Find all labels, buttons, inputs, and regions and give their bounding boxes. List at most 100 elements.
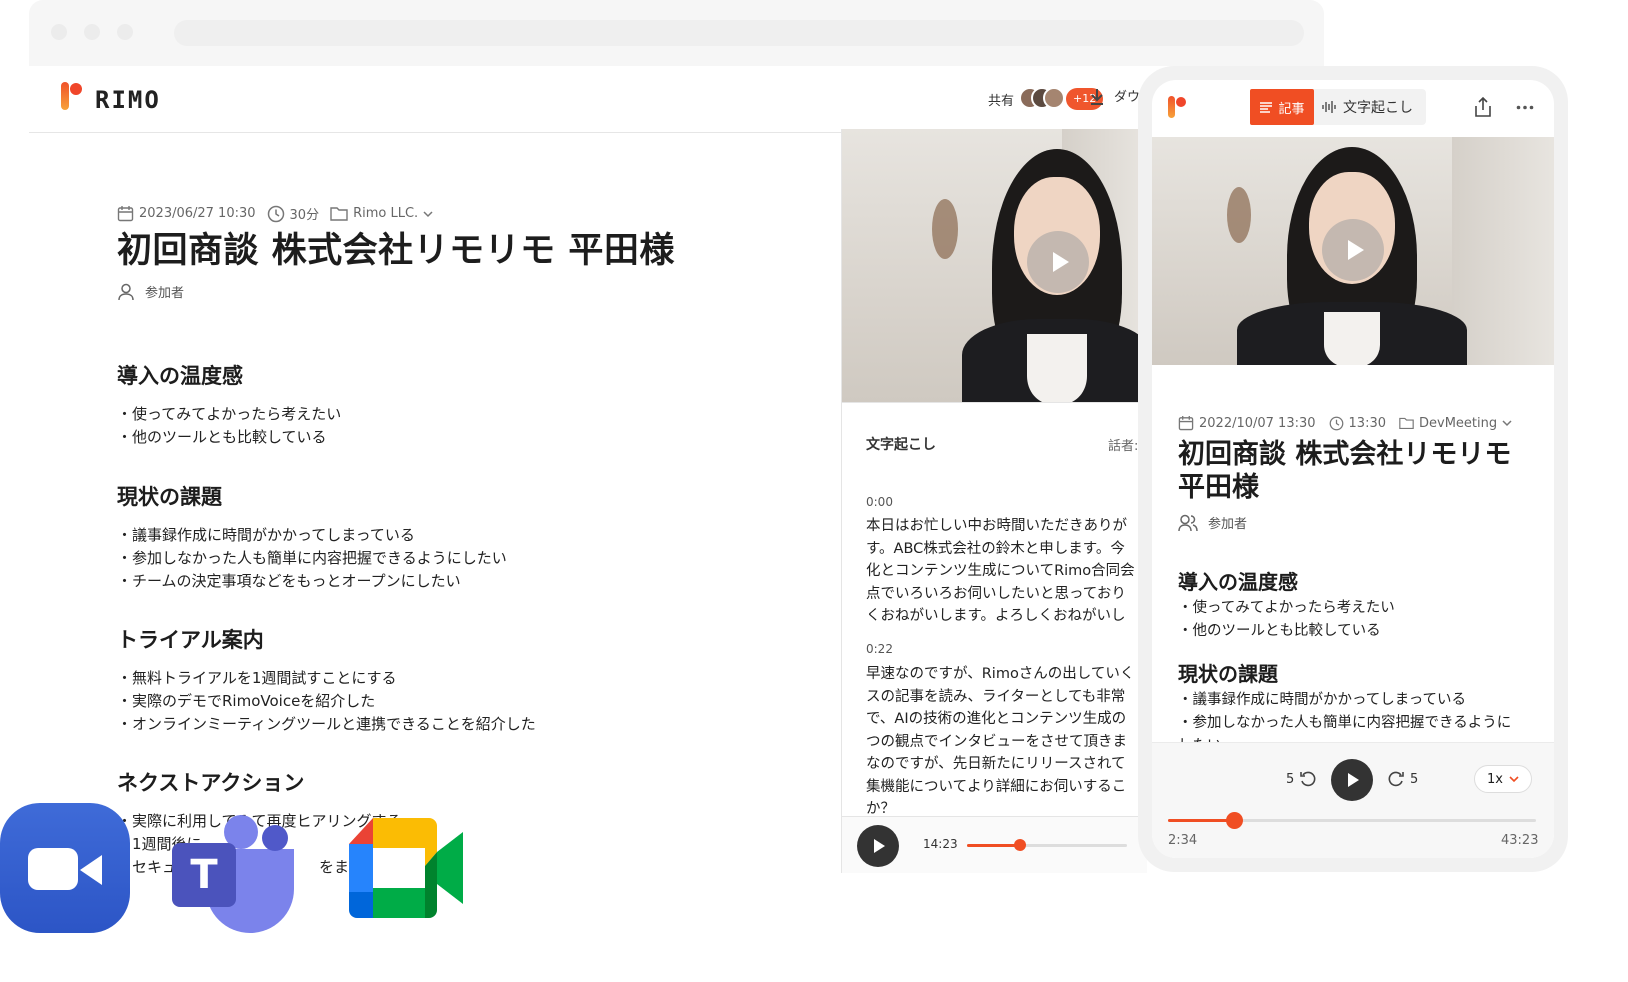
avatar[interactable] xyxy=(1043,87,1065,109)
folder-icon xyxy=(1399,417,1414,429)
bullet-item: ・他のツールとも比較している xyxy=(1178,623,1381,639)
folder-icon xyxy=(330,207,348,221)
chevron-down-icon[interactable] xyxy=(1502,419,1512,427)
transcript-line: 化とコンテンツ生成についてRimo合同会 xyxy=(866,563,1135,579)
bullet-item: ・実際のデモでRimoVoiceを紹介した xyxy=(117,692,376,710)
mobile-screen: 記事 文字起こし 2022/10/07 13:30 13:30 DevMeeti… xyxy=(1152,80,1554,858)
share-label[interactable]: 共有 xyxy=(988,90,1014,109)
transcript-line: 早速なのですが、Rimoさんの出していく xyxy=(866,666,1135,682)
meeting-time: 13:30 xyxy=(1348,415,1386,431)
section-heading: ネクストアクション xyxy=(117,771,305,795)
mobile-page-title: 初回商談 株式会社リモリモ 平田様 xyxy=(1178,439,1512,503)
more-icon[interactable] xyxy=(1516,105,1534,110)
tab-article[interactable]: 記事 xyxy=(1250,89,1314,125)
calendar-icon xyxy=(1178,415,1194,431)
meeting-duration: 30分 xyxy=(289,208,320,223)
meeting-date: 2023/06/27 10:30 xyxy=(139,206,256,221)
rewind-5-icon[interactable] xyxy=(1299,770,1317,788)
folder-name[interactable]: Rimo LLC. xyxy=(353,206,418,221)
bullet-item: ・使ってみてよかったら考えたい xyxy=(117,405,342,423)
app-header: RIMO 共有 +12 ダウ xyxy=(29,66,1324,133)
section-heading: 導入の温度感 xyxy=(1178,570,1298,594)
current-time: 14:23 xyxy=(923,837,958,851)
video-thumbnail[interactable] xyxy=(842,129,1146,402)
transcript-line: なのですが、先日新たにリリースされて xyxy=(866,756,1126,772)
desktop-audio-player: 14:23 xyxy=(842,816,1147,873)
bullet-item: ・無料トライアルを1週間試すことにする xyxy=(117,669,397,687)
folder-name[interactable]: DevMeeting xyxy=(1419,416,1497,431)
total-time: 43:23 xyxy=(1501,833,1539,848)
progress-fill xyxy=(967,844,1020,847)
transcript-line: つの観点でインタビューをさせて頂きま xyxy=(866,734,1127,750)
transcript-line: くおねがいします。よろしくおねがいし xyxy=(866,608,1126,624)
section-heading: 現状の課題 xyxy=(1178,662,1278,686)
playback-speed-select[interactable]: 1x xyxy=(1474,765,1532,793)
bullet-item: ・他のツールとも比較している xyxy=(117,428,327,446)
window-close-dot[interactable] xyxy=(51,24,67,40)
video-play-button[interactable] xyxy=(1322,219,1384,281)
speaker-filter[interactable]: 話者: xyxy=(1108,435,1138,454)
rimo-logo-icon[interactable] xyxy=(1166,94,1188,120)
share-icon[interactable] xyxy=(1474,96,1492,118)
elapsed-time: 2:34 xyxy=(1168,833,1198,848)
mobile-meeting-meta: 2022/10/07 13:30 13:30 DevMeeting xyxy=(1178,415,1512,431)
teams-icon: T xyxy=(166,815,296,933)
playback-speed: 1x xyxy=(1487,771,1503,787)
bullet-item: ・議事録作成に時間がかかってしまっている xyxy=(117,526,415,544)
forward-5-icon[interactable] xyxy=(1387,770,1405,788)
window-maximize-dot[interactable] xyxy=(117,24,133,40)
participants-label: 参加者 xyxy=(1208,517,1248,532)
transcript-heading: 文字起こし xyxy=(866,437,936,453)
people-icon xyxy=(1178,514,1198,531)
bullet-item: ・参加しなかった人も簡単に内容把握できるようにしたい xyxy=(117,549,507,567)
rimo-logo-icon[interactable] xyxy=(59,80,85,112)
timestamp[interactable]: 0:00 xyxy=(866,495,893,509)
progress-handle[interactable] xyxy=(1225,812,1243,829)
address-bar[interactable] xyxy=(174,20,1304,46)
transcript-line: す。ABC株式会社の鈴木と申します。今 xyxy=(866,541,1125,557)
section-heading: トライアル案内 xyxy=(117,628,264,652)
download-icon[interactable] xyxy=(1089,88,1105,106)
participants-row[interactable]: 参加者 xyxy=(117,282,184,301)
bullet-item: ・議事録作成に時間がかかってしまっている xyxy=(1178,692,1466,708)
clock-icon xyxy=(1329,416,1343,430)
mobile-audio-player: 5 5 1x 2:34 43:23 xyxy=(1152,742,1554,858)
window-minimize-dot[interactable] xyxy=(84,24,100,40)
transcript-line: 集機能についてより詳細にお伺いするこ xyxy=(866,779,1127,795)
play-button[interactable] xyxy=(1331,759,1373,801)
bullet-item: ・使ってみてよかったら考えたい xyxy=(1178,600,1395,616)
video-play-button[interactable] xyxy=(1027,231,1089,293)
play-icon xyxy=(1052,252,1069,272)
participants-row[interactable]: 参加者 xyxy=(1178,513,1247,532)
browser-chrome xyxy=(29,0,1324,66)
play-icon xyxy=(1348,773,1359,787)
page-title: 初回商談 株式会社リモリモ 平田様 xyxy=(117,231,675,271)
google-meet-icon xyxy=(349,818,463,918)
meeting-date: 2022/10/07 13:30 xyxy=(1199,415,1316,431)
calendar-icon xyxy=(117,206,134,222)
transcript-line: 本日はお忙しい中お時間いただきありが xyxy=(866,518,1127,534)
play-button[interactable] xyxy=(857,825,899,867)
progress-handle[interactable] xyxy=(1013,839,1026,851)
transcript-line: スの記事を読み、ライターとしても非常 xyxy=(866,689,1126,705)
chevron-down-icon xyxy=(1509,775,1519,782)
mobile-video-thumbnail[interactable] xyxy=(1152,137,1554,365)
bullet-item: ・チームの決定事項などをもっとオープンにしたい xyxy=(117,572,461,590)
meeting-meta: 2023/06/27 10:30 30分 Rimo LLC. xyxy=(117,204,433,223)
download-button[interactable]: ダウ xyxy=(1114,86,1140,105)
section-heading: 導入の温度感 xyxy=(117,364,243,388)
bullet-item: ・オンラインミーティングツールと連携できることを紹介した xyxy=(117,715,536,733)
transcript-line: で、AIの技術の進化とコンテンツ生成の xyxy=(866,711,1127,727)
mobile-device: 記事 文字起こし 2022/10/07 13:30 13:30 DevMeeti… xyxy=(1138,66,1568,872)
tab-transcript-label: 文字起こし xyxy=(1343,100,1413,116)
timestamp[interactable]: 0:22 xyxy=(866,642,893,656)
skip-forward-amount: 5 xyxy=(1410,772,1419,787)
mobile-header: 記事 文字起こし xyxy=(1152,80,1554,136)
person-icon xyxy=(118,283,134,300)
play-icon xyxy=(1347,240,1364,260)
article-icon xyxy=(1260,101,1273,113)
brand-name: RIMO xyxy=(95,86,161,114)
tab-article-label: 記事 xyxy=(1278,101,1305,117)
chevron-down-icon[interactable] xyxy=(423,210,433,218)
tab-transcript[interactable]: 文字起こし xyxy=(1322,89,1413,125)
